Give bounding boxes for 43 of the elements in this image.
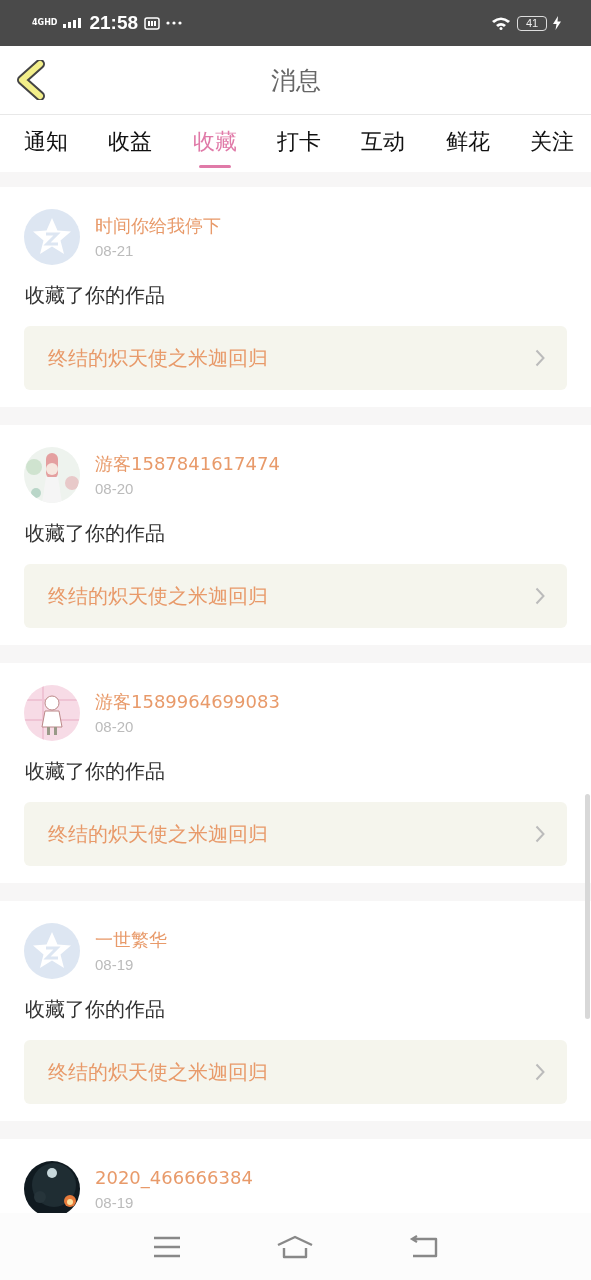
message-text: 收藏了你的作品 (25, 996, 166, 1023)
tab[interactable]: 收益 (104, 115, 157, 172)
app-notification-icon (144, 16, 161, 30)
work-link[interactable]: 终结的炽天使之米迦回归 (24, 564, 567, 628)
message-text: 收藏了你的作品 (25, 758, 166, 785)
user-name[interactable]: 游客1587841617474 (95, 453, 280, 475)
tab[interactable]: 关注 (525, 115, 578, 172)
message-date: 08-21 (95, 241, 135, 261)
message-date: 08-20 (95, 479, 135, 499)
more-dots-icon (166, 21, 183, 25)
message-text: 收藏了你的作品 (25, 282, 166, 309)
user-name[interactable]: 游客1589964699083 (95, 691, 280, 713)
page-title: 消息 (270, 64, 321, 97)
wifi-icon (491, 16, 511, 30)
network-label: 4GHD (32, 19, 58, 27)
tab[interactable]: 鲜花 (441, 115, 494, 172)
home-button[interactable] (275, 1234, 314, 1259)
battery-level: 41 (517, 15, 547, 31)
tab[interactable]: 打卡 (273, 115, 325, 172)
message-text: 收藏了你的作品 (25, 520, 166, 547)
work-link[interactable]: 终结的炽天使之米迦回归 (24, 326, 567, 390)
signal-icon (63, 18, 84, 28)
tab[interactable]: 互动 (357, 115, 410, 172)
message-date: 08-19 (95, 1193, 135, 1213)
message-date: 08-19 (95, 955, 135, 975)
default-avatar-icon (24, 209, 80, 265)
message-date: 08-20 (95, 717, 135, 737)
menu-button[interactable] (152, 1235, 181, 1258)
chevron-right-icon (535, 825, 545, 843)
work-link[interactable]: 终结的炽天使之米迦回归 (24, 802, 567, 866)
work-link[interactable]: 终结的炽天使之米迦回归 (24, 1040, 567, 1104)
default-avatar-icon (24, 923, 80, 979)
user-name[interactable]: 2020_466666384 (95, 1167, 253, 1189)
clock-time: 21:58 (89, 12, 139, 34)
chevron-right-icon (535, 349, 545, 367)
user-name[interactable]: 一世繁华 (95, 929, 167, 951)
chevron-right-icon (535, 1063, 545, 1081)
tab[interactable]: 收藏 (188, 115, 241, 172)
chevron-right-icon (535, 587, 545, 605)
back-nav-button[interactable] (408, 1234, 439, 1259)
charging-icon (553, 16, 561, 30)
user-name[interactable]: 时间你给我停下 (95, 215, 221, 237)
tab[interactable]: 通知 (20, 115, 72, 172)
